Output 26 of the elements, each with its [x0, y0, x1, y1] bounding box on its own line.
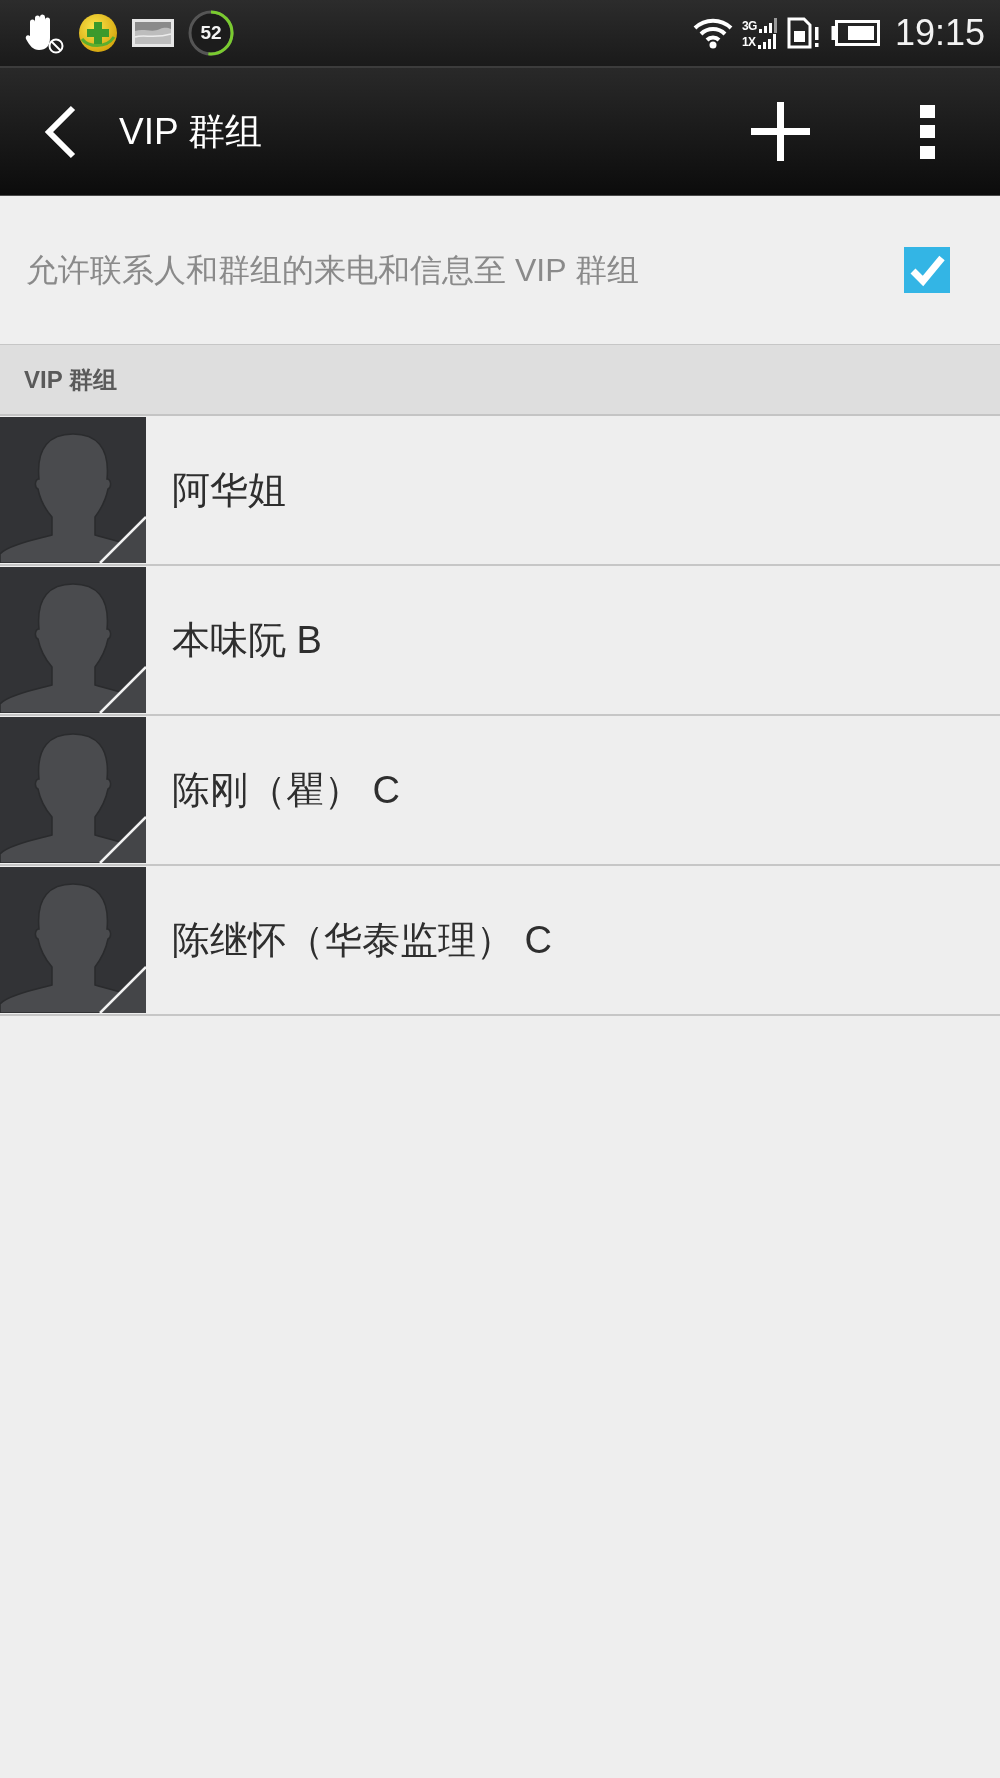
- ring-value: 52: [199, 21, 223, 45]
- clock-time: 19:15: [894, 12, 985, 54]
- add-icon[interactable]: [751, 102, 810, 161]
- plus-circle-icon: [78, 13, 118, 53]
- battery-icon: [829, 20, 880, 46]
- back-icon[interactable]: [42, 104, 77, 159]
- setting-label: 允许联系人和群组的来电和信息至 VIP 群组: [26, 251, 640, 290]
- checkbox[interactable]: [904, 247, 950, 293]
- avatar-silhouette-icon[interactable]: [0, 867, 146, 1013]
- image-icon: [132, 19, 174, 47]
- contact-name[interactable]: 陈刚（瞿） C: [172, 767, 400, 813]
- avatar-silhouette-icon[interactable]: [0, 417, 146, 563]
- contact-name[interactable]: 阿华姐: [172, 467, 286, 513]
- sim-alert-icon: [786, 17, 821, 49]
- screen-title: VIP 群组: [119, 109, 263, 154]
- signal-bars-icon: [757, 17, 778, 33]
- overflow-menu-icon[interactable]: [920, 104, 935, 159]
- wifi-icon: [692, 17, 733, 49]
- avatar-silhouette-icon[interactable]: [0, 567, 146, 713]
- contact-name[interactable]: 本味阮 B: [172, 617, 322, 663]
- contact-name[interactable]: 陈继怀（华泰监理） C: [172, 917, 552, 963]
- section-header: VIP 群组: [24, 364, 117, 395]
- signal-bars-icon: [756, 33, 777, 49]
- network-type-label: 3G: [741, 18, 757, 33]
- avatar-silhouette-icon[interactable]: [0, 717, 146, 863]
- network-type-label: 1X: [741, 34, 756, 49]
